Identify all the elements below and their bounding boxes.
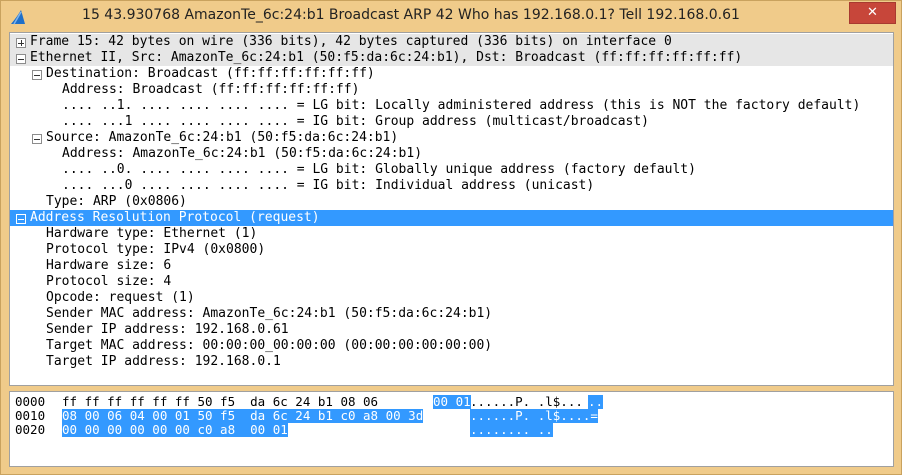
tree-row-opcode[interactable]: Opcode: request (1) <box>10 290 893 306</box>
collapse-minus-icon[interactable] <box>32 134 42 144</box>
tree-row-target-mac[interactable]: Target MAC address: 00:00:00_00:00:00 (0… <box>10 338 893 354</box>
hex-row-0000[interactable]: 0000 ff ff ff ff ff ff 50 f5 da 6c 24 b1… <box>10 394 604 409</box>
expand-plus-icon[interactable] <box>16 38 26 48</box>
hex-bytes-selected[interactable]: 00 00 00 00 00 00 c0 a8 00 01 <box>62 423 288 437</box>
hex-bytes-selected[interactable]: 00 01 <box>433 395 471 409</box>
tree-row-dst-address[interactable]: Address: Broadcast (ff:ff:ff:ff:ff:ff) <box>10 82 893 98</box>
hex-bytes-selected[interactable]: 08 00 06 04 00 01 50 f5 da 6c 24 b1 c0 a… <box>62 409 424 423</box>
tree-row-protocol-size[interactable]: Protocol size: 4 <box>10 274 893 290</box>
tree-row-frame[interactable]: Frame 15: 42 bytes on wire (336 bits), 4… <box>10 34 893 50</box>
tree-row-hardware-type[interactable]: Hardware type: Ethernet (1) <box>10 226 893 242</box>
collapse-minus-icon[interactable] <box>16 214 26 224</box>
tree-row-type[interactable]: Type: ARP (0x0806) <box>10 194 893 210</box>
tree-row-ethernet[interactable]: Ethernet II, Src: AmazonTe_6c:24:b1 (50:… <box>10 50 893 66</box>
ascii-text-selected[interactable]: .. <box>588 395 604 409</box>
tree-row-arp-selected[interactable]: Address Resolution Protocol (request) <box>10 210 893 226</box>
collapse-minus-icon[interactable] <box>16 54 26 64</box>
window-title: 15 43.930768 AmazonTe_6c:24:b1 Broadcast… <box>82 7 740 23</box>
tree-row-src-ig-bit[interactable]: .... ...0 .... .... .... .... = IG bit: … <box>10 178 893 194</box>
tree-row-dst-lg-bit[interactable]: .... ..1. .... .... .... .... = LG bit: … <box>10 98 893 114</box>
hex-bytes[interactable]: ff ff ff ff ff ff 50 f5 da 6c 24 b1 08 0… <box>62 395 386 409</box>
tree-row-source[interactable]: Source: AmazonTe_6c:24:b1 (50:f5:da:6c:2… <box>10 130 893 146</box>
hex-row-0020[interactable]: 0020 00 00 00 00 00 00 c0 a8 00 01 .....… <box>10 422 553 437</box>
title-bar[interactable]: 15 43.930768 AmazonTe_6c:24:b1 Broadcast… <box>1 1 901 32</box>
hex-offset: 0010 <box>15 408 46 423</box>
tree-row-dst-ig-bit[interactable]: .... ...1 .... .... .... .... = IG bit: … <box>10 114 893 130</box>
tree-row-sender-mac[interactable]: Sender MAC address: AmazonTe_6c:24:b1 (5… <box>10 306 893 322</box>
tree-row-src-address[interactable]: Address: AmazonTe_6c:24:b1 (50:f5:da:6c:… <box>10 146 893 162</box>
close-button[interactable]: ✕ <box>849 2 896 24</box>
tree-row-target-ip[interactable]: Target IP address: 192.168.0.1 <box>10 354 893 370</box>
collapse-minus-icon[interactable] <box>32 70 42 80</box>
ascii-text-selected[interactable]: ......P. .l$....= <box>470 409 598 423</box>
hex-offset: 0000 <box>15 394 46 409</box>
tree-row-src-lg-bit[interactable]: .... ..0. .... .... .... .... = LG bit: … <box>10 162 893 178</box>
tree-row-hardware-size[interactable]: Hardware size: 6 <box>10 258 893 274</box>
hex-offset: 0020 <box>15 422 46 437</box>
hex-bytes-pane[interactable]: 0000 ff ff ff ff ff ff 50 f5 da 6c 24 b1… <box>9 391 894 467</box>
tree-row-protocol-type[interactable]: Protocol type: IPv4 (0x0800) <box>10 242 893 258</box>
packet-details-tree[interactable]: Frame 15: 42 bytes on wire (336 bits), 4… <box>9 32 894 386</box>
tree-row-destination[interactable]: Destination: Broadcast (ff:ff:ff:ff:ff:f… <box>10 66 893 82</box>
packet-detail-window: 15 43.930768 AmazonTe_6c:24:b1 Broadcast… <box>0 0 902 475</box>
ascii-text[interactable]: ......P. .l$... <box>470 395 583 409</box>
ascii-text-selected[interactable]: ........ .. <box>470 423 553 437</box>
hex-row-0010[interactable]: 0010 08 00 06 04 00 01 50 f5 da 6c 24 b1… <box>10 408 598 423</box>
tree-row-sender-ip[interactable]: Sender IP address: 192.168.0.61 <box>10 322 893 338</box>
